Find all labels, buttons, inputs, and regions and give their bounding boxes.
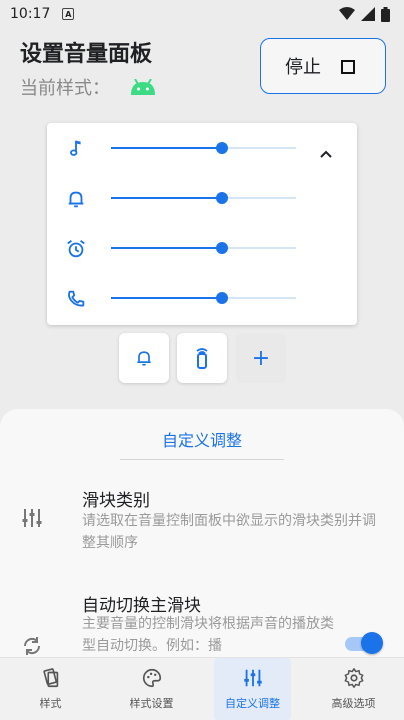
ringer-mode-button[interactable] — [119, 333, 169, 383]
nav-label-style-settings: 样式设置 — [129, 697, 174, 710]
chevron-up-icon[interactable] — [319, 149, 333, 159]
bell-icon — [137, 351, 151, 366]
auto-switch-toggle[interactable] — [345, 632, 383, 654]
cards-icon — [42, 668, 58, 688]
notification-slider[interactable] — [111, 192, 296, 204]
alarm-slider-fill — [111, 247, 222, 249]
slider-row-music — [47, 133, 357, 163]
bell-icon — [68, 191, 84, 208]
status-icons — [339, 6, 390, 22]
notification-a-icon: A — [62, 8, 75, 20]
cast-device-button[interactable] — [177, 333, 227, 383]
page-title: 设置音量面板 — [20, 42, 153, 67]
setting-desc-auto-switch: 主要音量的控制滑块将根据声音的播放类型自动切换。例如：播 — [82, 616, 334, 654]
battery-icon — [381, 6, 390, 22]
current-style-label: 当前样式： — [20, 78, 110, 99]
sheet-divider — [120, 459, 284, 460]
stop-button[interactable]: 停止 — [260, 38, 386, 94]
call-slider-thumb[interactable] — [216, 292, 228, 304]
call-slider-fill — [111, 297, 222, 299]
speaker-icon — [196, 348, 208, 369]
notification-slider-thumb[interactable] — [216, 192, 228, 204]
nav-item-custom-adjust[interactable]: 自定义调整 — [202, 658, 303, 720]
gear-icon — [344, 668, 363, 688]
slider-row-alarm — [47, 233, 357, 263]
add-button[interactable]: + — [236, 333, 286, 383]
status-bar: 10:17 A — [0, 0, 404, 28]
stop-square-icon — [341, 60, 355, 74]
nav-item-style[interactable]: 样式 — [0, 658, 101, 720]
nav-label-custom-adjust: 自定义调整 — [225, 697, 280, 710]
status-time: 10:17 — [10, 6, 51, 22]
nav-label-advanced: 高级选项 — [331, 697, 376, 710]
music-slider-fill — [111, 147, 222, 149]
sheet-title: 自定义调整 — [161, 431, 242, 450]
plus-icon: + — [251, 345, 271, 371]
notification-slider-fill — [111, 197, 222, 199]
android-icon — [131, 79, 155, 95]
setting-desc-slider-types: 请选取在音量控制面板中欲显示的滑块类别并调整其顺序 — [82, 513, 376, 551]
bottom-nav: 样式 样式设置 自定义调整 高级选项 — [0, 657, 404, 720]
sliders-icon — [243, 669, 262, 687]
music-note-icon — [70, 140, 81, 156]
alarm-slider[interactable] — [111, 242, 296, 254]
alarm-slider-thumb[interactable] — [216, 242, 228, 254]
palette-icon — [142, 668, 161, 688]
setting-title-slider-types[interactable]: 滑块类别 — [82, 486, 150, 511]
sliders-icon — [22, 509, 42, 527]
current-style: 当前样式： — [20, 74, 156, 100]
music-slider-thumb[interactable] — [216, 142, 228, 154]
sync-icon — [23, 637, 41, 655]
nav-item-advanced[interactable]: 高级选项 — [303, 658, 404, 720]
call-slider[interactable] — [111, 292, 296, 304]
wifi-icon — [339, 7, 355, 20]
slider-row-notification — [47, 183, 357, 213]
alarm-icon — [67, 240, 85, 258]
slider-row-call — [47, 283, 357, 313]
toggle-thumb — [361, 632, 383, 654]
phone-icon — [68, 290, 85, 307]
nav-label-style: 样式 — [39, 697, 62, 710]
stop-button-label: 停止 — [285, 57, 321, 78]
volume-panel-preview — [47, 123, 357, 325]
nav-item-style-settings[interactable]: 样式设置 — [101, 658, 202, 720]
signal-icon — [361, 7, 375, 21]
music-slider[interactable] — [111, 142, 296, 154]
